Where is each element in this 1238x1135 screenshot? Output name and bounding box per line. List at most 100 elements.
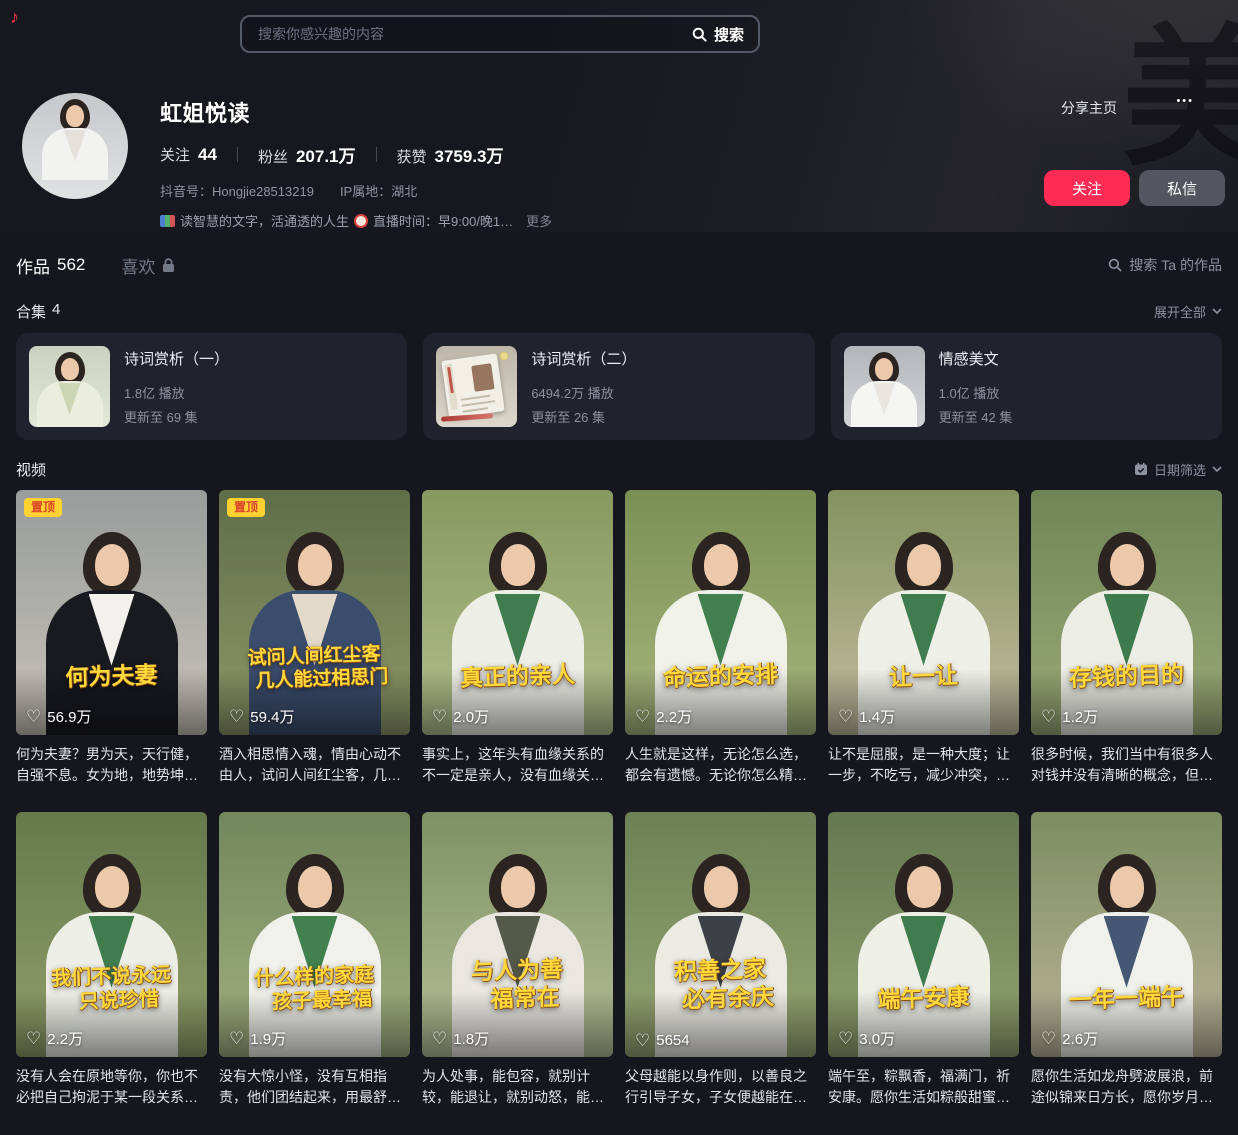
video-caption: 父母越能以身作则，以善良之行引导子女，子女便越能在… (625, 1066, 816, 1108)
video-card[interactable]: 置顶 让一让 ♡ 1.4万 让不是屈服，是一种大度；让一步，不吃亏，减少冲突，… (828, 490, 1019, 786)
video-thumbnail[interactable]: 置顶 试问人间红尘客几人能过相思门 ♡ 59.4万 (219, 490, 410, 735)
stat-following[interactable]: 关注 44 (160, 144, 217, 165)
video-thumbnail[interactable]: 置顶 存钱的目的 ♡ 1.2万 (1031, 490, 1222, 735)
avatar-photo (22, 93, 128, 199)
avatar[interactable] (22, 93, 128, 199)
divider (376, 147, 377, 162)
collection-card[interactable]: 诗词赏析（二） 6494.2万 播放 更新至 26 集 (423, 333, 814, 440)
date-filter-label: 日期筛选 (1154, 460, 1206, 479)
video-card[interactable]: 置顶 何为夫妻 ♡ 56.9万 何为夫妻？男为天，天行健，自强不息。女为地，地势… (16, 490, 207, 786)
tab-works-count: 562 (57, 255, 85, 275)
video-card[interactable]: 置顶 我们不说永远只说珍惜 ♡ 2.2万 没有人会在原地等你，你也不必把自己拘泥… (16, 812, 207, 1108)
collection-title: 情感美文 (939, 348, 1013, 369)
heart-icon: ♡ (838, 1030, 853, 1047)
search-button[interactable]: 搜索 (692, 24, 744, 45)
video-thumbnail[interactable]: 置顶 真正的亲人 ♡ 2.0万 (422, 490, 613, 735)
search-user-works[interactable]: 搜索 Ta 的作品 (1108, 255, 1222, 275)
lock-icon (162, 258, 175, 273)
search-bar[interactable]: 搜索 (240, 15, 760, 53)
video-overlay-title: 试问人间红尘客几人能过相思门 (219, 641, 410, 694)
like-count: ♡ 56.9万 (26, 706, 91, 727)
bio-more-link[interactable]: 更多 (526, 211, 552, 230)
alarm-clock-icon (354, 214, 368, 228)
video-card[interactable]: 置顶 一年一端午 ♡ 2.6万 愿你生活如龙舟劈波展浪，前途似锦来日方长，愿你岁… (1031, 812, 1222, 1108)
like-count: ♡ 59.4万 (229, 706, 294, 727)
video-caption: 事实上，这年头有血缘关系的不一定是亲人，没有血缘关… (422, 744, 613, 786)
video-caption: 端午至，粽飘香，福满门，祈安康。愿你生活如粽般甜蜜… (828, 1066, 1019, 1108)
collection-card[interactable]: 情感美文 1.0亿 播放 更新至 42 集 (831, 333, 1222, 440)
like-count: ♡ 2.2万 (26, 1028, 83, 1049)
collection-title: 诗词赏析（一） (124, 348, 229, 369)
heart-icon: ♡ (1041, 1030, 1056, 1047)
collection-card[interactable]: 诗词赏析（一） 1.8亿 播放 更新至 69 集 (16, 333, 407, 440)
like-count: ♡ 5654 (635, 1032, 690, 1049)
video-card[interactable]: 置顶 积善之家必有余庆 ♡ 5654 父母越能以身作则，以善良之行引导子女，子女… (625, 812, 816, 1108)
douyin-logo-icon[interactable]: ♪ (10, 7, 19, 28)
collection-thumbnail (844, 346, 925, 427)
ip-location: IP属地：湖北 (340, 181, 417, 200)
video-thumbnail[interactable]: 置顶 端午安康 ♡ 3.0万 (828, 812, 1019, 1057)
video-caption: 让不是屈服，是一种大度；让一步，不吃亏，减少冲突，… (828, 744, 1019, 786)
follow-button[interactable]: 关注 (1044, 170, 1130, 206)
share-profile-button[interactable]: 分享主页 (1061, 98, 1117, 118)
collection-thumbnail (29, 346, 110, 427)
heart-icon: ♡ (229, 708, 244, 725)
video-overlay-title: 我们不说永远只说珍惜 (16, 961, 207, 1016)
bio-text: 读智慧的文字，活通透的人生 (180, 211, 349, 230)
tab-works[interactable]: 作品 562 (16, 253, 85, 278)
video-card[interactable]: 置顶 端午安康 ♡ 3.0万 端午至，粽飘香，福满门，祈安康。愿你生活如粽般甜蜜… (828, 812, 1019, 1108)
heart-icon: ♡ (26, 1030, 41, 1047)
heart-icon: ♡ (229, 1030, 244, 1047)
divider (237, 147, 238, 162)
more-options-icon[interactable]: ••• (1176, 95, 1194, 107)
like-count: ♡ 1.9万 (229, 1028, 286, 1049)
video-caption: 愿你生活如龙舟劈波展浪，前途似锦来日方长，愿你岁月… (1031, 1066, 1222, 1108)
video-card[interactable]: 置顶 存钱的目的 ♡ 1.2万 很多时候，我们当中有很多人对钱并没有清晰的概念，… (1031, 490, 1222, 786)
profile-tabs: 作品 562 喜欢 搜索 Ta 的作品 (16, 252, 1222, 278)
video-thumbnail[interactable]: 置顶 积善之家必有余庆 ♡ 5654 (625, 812, 816, 1057)
video-card[interactable]: 置顶 命运的安排 ♡ 2.2万 人生就是这样，无论怎么选，都会有遗憾。无论你怎么… (625, 490, 816, 786)
search-user-works-label: 搜索 Ta 的作品 (1129, 255, 1222, 275)
collection-plays: 6494.2万 播放 (531, 383, 636, 402)
video-card[interactable]: 置顶 真正的亲人 ♡ 2.0万 事实上，这年头有血缘关系的不一定是亲人，没有血缘… (422, 490, 613, 786)
video-thumbnail[interactable]: 置顶 我们不说永远只说珍惜 ♡ 2.2万 (16, 812, 207, 1057)
bio-live-time: 直播时间：早9:00/晚1… (373, 211, 513, 230)
video-caption: 很多时候，我们当中有很多人对钱并没有清晰的概念，但… (1031, 744, 1222, 786)
stat-value: 207.1万 (296, 142, 356, 167)
calendar-icon (1134, 462, 1148, 476)
pinned-badge: 置顶 (24, 498, 62, 517)
message-button[interactable]: 私信 (1139, 170, 1225, 206)
stat-likes-received[interactable]: 获赞 3759.3万 (397, 142, 504, 167)
video-overlay-title: 积善之家必有余庆 (625, 954, 816, 1017)
tab-likes-label: 喜欢 (121, 253, 155, 278)
video-caption: 没有大惊小怪，没有互相指责，他们团结起来，用最舒… (219, 1066, 410, 1108)
date-filter-button[interactable]: 日期筛选 (1134, 460, 1222, 479)
like-count: ♡ 2.0万 (432, 706, 489, 727)
video-thumbnail[interactable]: 置顶 一年一端午 ♡ 2.6万 (1031, 812, 1222, 1057)
collections-row: 诗词赏析（一） 1.8亿 播放 更新至 69 集 诗词赏析（二） 6494.2万… (16, 333, 1222, 440)
video-thumbnail[interactable]: 置顶 与人为善福常在 ♡ 1.8万 (422, 812, 613, 1057)
heart-icon: ♡ (635, 708, 650, 725)
profile-meta: 抖音号：Hongjie28513219 IP属地：湖北 (160, 181, 552, 200)
video-thumbnail[interactable]: 置顶 命运的安排 ♡ 2.2万 (625, 490, 816, 735)
page-title: 虹姐悦读 (160, 96, 552, 128)
collection-thumbnail (436, 346, 517, 427)
video-card[interactable]: 置顶 什么样的家庭孩子最幸福 ♡ 1.9万 没有大惊小怪，没有互相指责，他们团结… (219, 812, 410, 1108)
chevron-down-icon (1212, 466, 1222, 472)
video-thumbnail[interactable]: 置顶 什么样的家庭孩子最幸福 ♡ 1.9万 (219, 812, 410, 1057)
tab-likes[interactable]: 喜欢 (121, 253, 175, 278)
expand-all-button[interactable]: 展开全部 (1154, 302, 1222, 321)
stat-followers[interactable]: 粉丝 207.1万 (258, 142, 356, 167)
heart-icon: ♡ (26, 708, 41, 725)
expand-all-label: 展开全部 (1154, 302, 1206, 321)
collections-count: 4 (52, 301, 60, 322)
video-thumbnail[interactable]: 置顶 让一让 ♡ 1.4万 (828, 490, 1019, 735)
like-count: ♡ 1.2万 (1041, 706, 1098, 727)
video-card[interactable]: 置顶 与人为善福常在 ♡ 1.8万 为人处事，能包容，就别计较，能退让，就别动怒… (422, 812, 613, 1108)
book-graphic (442, 353, 506, 418)
video-card[interactable]: 置顶 试问人间红尘客几人能过相思门 ♡ 59.4万 酒入相思情入魂，情由心动不由… (219, 490, 410, 786)
like-count: ♡ 1.4万 (838, 706, 895, 727)
video-thumbnail[interactable]: 置顶 何为夫妻 ♡ 56.9万 (16, 490, 207, 735)
search-input[interactable] (256, 25, 692, 43)
videos-header: 视频 日期筛选 (16, 460, 1222, 478)
